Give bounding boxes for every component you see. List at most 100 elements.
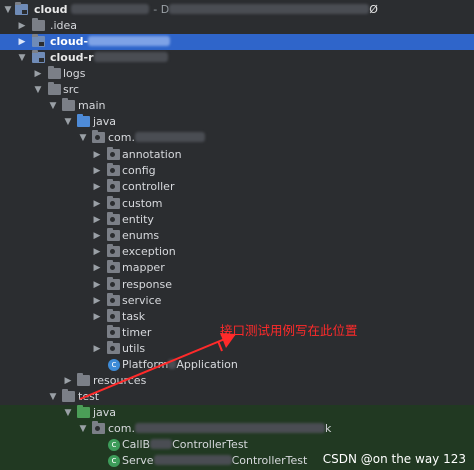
- chevron-down-icon[interactable]: ▼: [78, 130, 88, 146]
- tree-row-module-selected[interactable]: ▶ cloud-: [0, 34, 474, 50]
- chevron-down-icon[interactable]: ▼: [33, 82, 43, 98]
- chevron-down-icon[interactable]: ▼: [17, 50, 27, 66]
- package-icon: [92, 421, 105, 434]
- folder-icon: [32, 18, 45, 31]
- watermark: CSDN @on the way 123: [322, 452, 466, 466]
- chevron-down-icon[interactable]: ▼: [63, 405, 73, 421]
- tree-row-module[interactable]: ▼ cloud-r: [0, 50, 474, 66]
- tree-label-resources: resources: [93, 374, 147, 387]
- package-icon: [107, 309, 120, 322]
- module-folder-icon: [32, 50, 45, 63]
- tree-label-java: java: [93, 115, 117, 128]
- tree-row-idea[interactable]: ▶ .idea: [0, 18, 474, 34]
- chevron-right-icon[interactable]: ▶: [92, 179, 102, 195]
- chevron-down-icon[interactable]: ▼: [78, 421, 88, 437]
- folder-icon: [48, 82, 61, 95]
- tree-row-package[interactable]: ▶ enums: [0, 228, 474, 244]
- tree-label-module: cloud-r: [50, 50, 168, 66]
- tree-row-package[interactable]: ▶ exception: [0, 244, 474, 260]
- tree-label-test-class-1: CallB ControllerTest: [122, 438, 248, 451]
- chevron-down-icon[interactable]: ▼: [3, 2, 13, 18]
- package-icon: [92, 130, 105, 143]
- tree-row-package[interactable]: ▶ config: [0, 163, 474, 179]
- tree-row-application-class[interactable]: PlatformApplication: [0, 357, 474, 373]
- tree-row-test-class-1[interactable]: CallBControllerTest: [0, 437, 474, 453]
- chevron-right-icon[interactable]: ▶: [92, 212, 102, 228]
- package-icon: [107, 260, 120, 273]
- java-class-icon: [108, 453, 120, 469]
- chevron-right-icon[interactable]: ▶: [92, 147, 102, 163]
- tree-label-package: controller: [122, 180, 175, 193]
- tree-row-package[interactable]: ▶ utils: [0, 341, 474, 357]
- package-icon: [107, 325, 120, 338]
- tree-label-logs: logs: [63, 67, 86, 80]
- chevron-right-icon[interactable]: ▶: [17, 18, 27, 34]
- tree-label-package: custom: [122, 197, 163, 210]
- tree-row-logs[interactable]: ▶ logs: [0, 66, 474, 82]
- tree-label-package: config: [122, 164, 156, 177]
- tree-row-src[interactable]: ▼ src: [0, 82, 474, 98]
- test-source-folder-icon: [77, 405, 90, 418]
- tree-row-main[interactable]: ▼ main: [0, 98, 474, 114]
- package-icon: [107, 163, 120, 176]
- module-folder-icon: [15, 2, 28, 15]
- tree-row-package[interactable]: ▶ service: [0, 293, 474, 309]
- chevron-right-icon[interactable]: ▶: [92, 163, 102, 179]
- chevron-down-icon[interactable]: ▼: [63, 114, 73, 130]
- chevron-right-icon[interactable]: ▶: [33, 66, 43, 82]
- java-class-icon: [108, 357, 120, 373]
- tree-label-package: exception: [122, 245, 176, 258]
- chevron-down-icon[interactable]: ▼: [48, 98, 58, 114]
- package-icon: [107, 196, 120, 209]
- chevron-right-icon[interactable]: ▶: [92, 277, 102, 293]
- tree-label-com-package: com.: [108, 130, 205, 146]
- tree-row-package[interactable]: ▶ response: [0, 277, 474, 293]
- chevron-right-icon[interactable]: ▶: [92, 244, 102, 260]
- tree-label-test: test: [78, 390, 100, 403]
- folder-icon: [48, 66, 61, 79]
- project-tree[interactable]: ▼ cloud - DØ ▶ .idea ▶ cloud- ▼ cloud-r …: [0, 0, 474, 470]
- tree-row-package[interactable]: ▶ annotation: [0, 147, 474, 163]
- package-icon: [107, 179, 120, 192]
- package-icon: [107, 212, 120, 225]
- chevron-right-icon[interactable]: ▶: [92, 228, 102, 244]
- chevron-right-icon[interactable]: ▶: [92, 293, 102, 309]
- tree-label-package: entity: [122, 213, 154, 226]
- folder-icon: [62, 389, 75, 402]
- package-icon: [107, 277, 120, 290]
- chevron-right-icon[interactable]: ▶: [92, 309, 102, 325]
- tree-label-package: service: [122, 294, 162, 307]
- tree-row-package[interactable]: ▶ mapper: [0, 260, 474, 276]
- tree-label-package: timer: [122, 326, 152, 339]
- chevron-right-icon[interactable]: ▶: [63, 373, 73, 389]
- tree-row-package[interactable]: ▶ custom: [0, 196, 474, 212]
- tree-label-root: cloud - DØ: [34, 3, 378, 16]
- chevron-right-icon[interactable]: ▶: [92, 260, 102, 276]
- package-icon: [107, 228, 120, 241]
- tree-row-package[interactable]: ▶ controller: [0, 179, 474, 195]
- tree-label-application: Platform Application: [122, 358, 238, 371]
- annotation-text: 接口测试用例写在此位置: [220, 323, 358, 338]
- tree-row-com-package[interactable]: ▼ com.: [0, 130, 474, 146]
- tree-row-test-java[interactable]: ▼ java: [0, 405, 474, 421]
- chevron-right-icon[interactable]: ▶: [92, 341, 102, 357]
- tree-row-java[interactable]: ▼ java: [0, 114, 474, 130]
- source-folder-icon: [77, 114, 90, 127]
- chevron-down-icon[interactable]: ▼: [48, 389, 58, 405]
- tree-row-test-package[interactable]: ▼ com. k: [0, 421, 474, 437]
- chevron-right-icon[interactable]: ▶: [17, 34, 27, 50]
- package-icon: [107, 341, 120, 354]
- package-icon: [107, 244, 120, 257]
- tree-label-package: task: [122, 310, 146, 323]
- chevron-right-icon[interactable]: ▶: [92, 196, 102, 212]
- tree-label-idea: .idea: [50, 19, 78, 32]
- tree-row-test[interactable]: ▼ test: [0, 389, 474, 405]
- folder-icon: [62, 98, 75, 111]
- tree-label-module-selected: cloud-: [50, 34, 171, 50]
- tree-label-package: mapper: [122, 261, 165, 274]
- tree-row-root[interactable]: ▼ cloud - DØ: [0, 2, 474, 18]
- package-icon: [107, 293, 120, 306]
- tree-row-resources[interactable]: ▶ resources: [0, 373, 474, 389]
- tree-row-package[interactable]: ▶ entity: [0, 212, 474, 228]
- java-class-icon: [108, 437, 120, 453]
